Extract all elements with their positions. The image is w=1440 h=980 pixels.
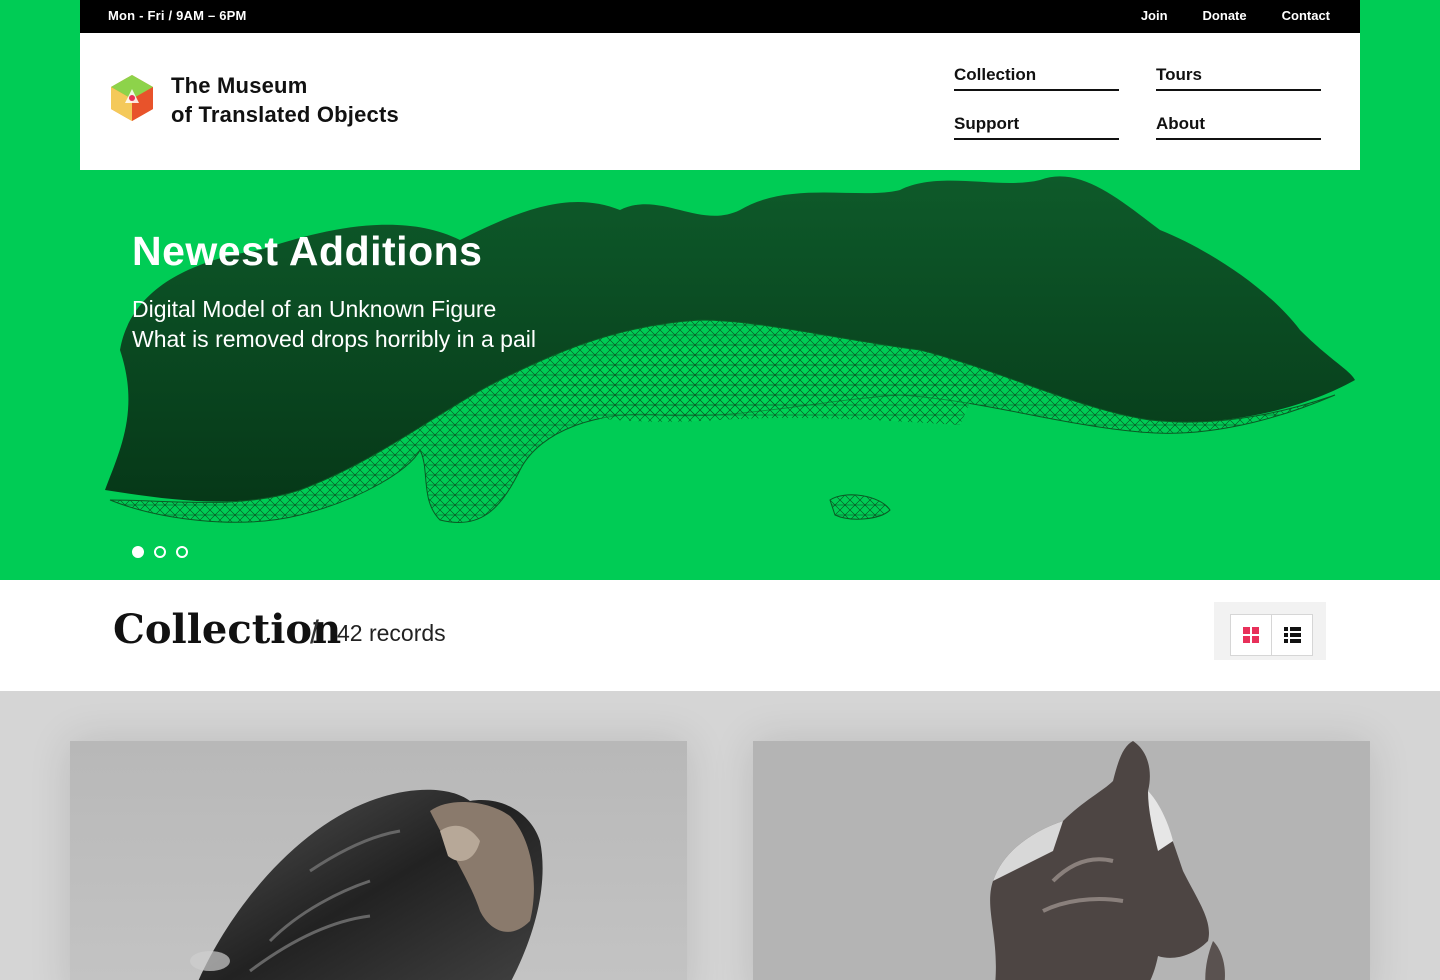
contact-link[interactable]: Contact bbox=[1282, 8, 1330, 23]
hero-subtitle: Digital Model of an Unknown Figure What … bbox=[132, 294, 536, 354]
carousel-dots bbox=[132, 546, 188, 558]
donate-link[interactable]: Donate bbox=[1203, 8, 1247, 23]
record-count: 42 records bbox=[337, 620, 446, 646]
view-toggle bbox=[1214, 602, 1326, 660]
site-title-line1: The Museum bbox=[171, 73, 308, 98]
title-separator: / bbox=[310, 614, 319, 650]
collection-header: Collection / 42 records bbox=[0, 580, 1440, 691]
hero-subtitle-line1: Digital Model of an Unknown Figure bbox=[132, 296, 497, 322]
top-info-bar: Mon - Fri / 9AM – 6PM Join Donate Contac… bbox=[80, 0, 1360, 33]
nav-about[interactable]: About bbox=[1156, 114, 1321, 140]
carousel-dot-3[interactable] bbox=[176, 546, 188, 558]
artifact-image bbox=[190, 789, 543, 980]
nav-support[interactable]: Support bbox=[954, 114, 1119, 140]
carousel-dot-2[interactable] bbox=[154, 546, 166, 558]
site-title-line2: of Translated Objects bbox=[171, 102, 399, 127]
hero-title: Newest Additions bbox=[132, 228, 483, 274]
site-header: The Museum of Translated Objects Collect… bbox=[80, 33, 1360, 170]
site-title[interactable]: The Museum of Translated Objects bbox=[171, 71, 399, 129]
hero-subtitle-line2: What is removed drops horribly in a pail bbox=[132, 326, 536, 352]
list-icon bbox=[1284, 627, 1301, 643]
nav-tours[interactable]: Tours bbox=[1156, 65, 1321, 91]
museum-logo-icon[interactable] bbox=[111, 75, 153, 121]
artifact-image bbox=[990, 741, 1225, 980]
grid-icon bbox=[1243, 627, 1259, 643]
collection-card[interactable] bbox=[753, 741, 1370, 980]
collection-card[interactable] bbox=[70, 741, 687, 980]
collection-title: Collection bbox=[113, 606, 342, 653]
opening-hours: Mon - Fri / 9AM – 6PM bbox=[108, 8, 247, 23]
carousel-dot-1[interactable] bbox=[132, 546, 144, 558]
hero-carousel[interactable]: Newest Additions Digital Model of an Unk… bbox=[0, 170, 1440, 580]
main-nav: Collection Tours Support About bbox=[954, 65, 1321, 140]
utility-nav: Join Donate Contact bbox=[1141, 8, 1330, 23]
join-link[interactable]: Join bbox=[1141, 8, 1168, 23]
grid-view-button[interactable] bbox=[1230, 614, 1272, 656]
collection-grid bbox=[0, 691, 1440, 980]
nav-collection[interactable]: Collection bbox=[954, 65, 1119, 91]
list-view-button[interactable] bbox=[1271, 614, 1313, 656]
